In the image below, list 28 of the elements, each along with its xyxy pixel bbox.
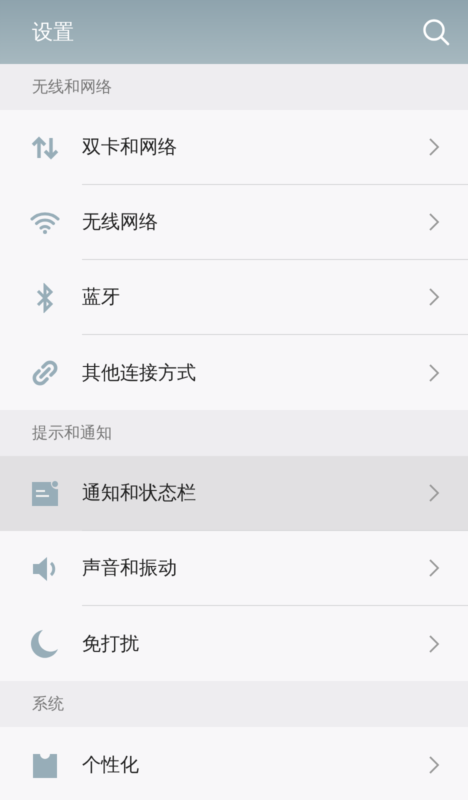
chevron-icon — [428, 137, 440, 157]
chevron-icon — [428, 483, 440, 503]
bluetooth-icon — [35, 282, 55, 312]
search-icon[interactable] — [422, 18, 450, 46]
row-label: 通知和状态栏 — [82, 481, 196, 506]
row-label: 其他连接方式 — [82, 360, 196, 386]
chevron-icon — [428, 287, 440, 307]
chevron-icon — [428, 212, 440, 232]
chevron-icon — [428, 362, 440, 382]
row-label: 蓝牙 — [82, 285, 120, 310]
row-label: 双卡和网络 — [82, 135, 177, 160]
section-header: 提示和通知 — [32, 422, 112, 444]
row-label: 个性化 — [82, 752, 139, 778]
chevron-icon — [428, 754, 440, 774]
link-icon — [30, 358, 60, 388]
chevron-icon — [428, 634, 440, 654]
chevron-icon — [428, 558, 440, 578]
settings-row[interactable]: 通知和状态栏 — [0, 456, 468, 531]
section-header: 无线和网络 — [32, 76, 112, 98]
row-label: 免打扰 — [82, 632, 139, 656]
section-header: 系统 — [32, 694, 64, 714]
wifi-icon — [30, 210, 60, 234]
moon-icon — [31, 628, 59, 658]
arrows-icon — [31, 136, 59, 160]
notification-icon — [31, 480, 59, 506]
row-label: 无线网络 — [82, 210, 158, 235]
row-label: 声音和振动 — [82, 556, 177, 581]
screen-title: 设置 — [32, 19, 74, 46]
